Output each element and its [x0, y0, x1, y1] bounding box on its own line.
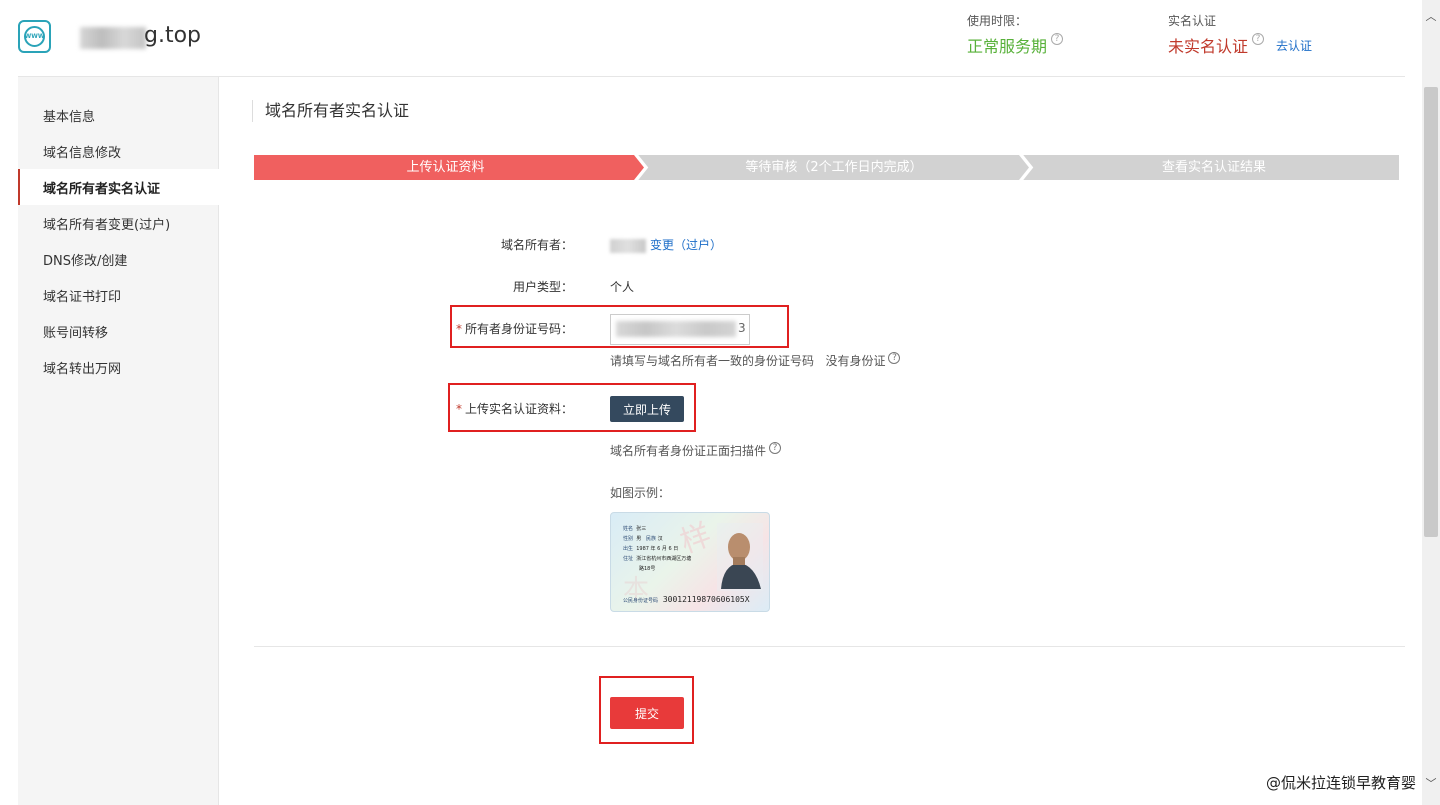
sidebar-item-certificate-print[interactable]: 域名证书打印: [18, 277, 219, 313]
sidebar-item-account-transfer[interactable]: 账号间转移: [18, 313, 219, 349]
highlight-frame-submit: [599, 676, 694, 744]
service-period-label: 使用时限：: [967, 14, 1028, 28]
id-hint: 请填写与域名所有者一致的身份证号码 没有身份证?: [610, 352, 901, 369]
no-id-help-icon[interactable]: ?: [888, 352, 901, 364]
sidebar-item-owner-realname[interactable]: 域名所有者实名认证: [18, 169, 219, 205]
realname-help-icon[interactable]: ?: [1252, 33, 1265, 45]
id-card-number: 公民身份证号码 30012119870606105X: [623, 595, 750, 604]
sidebar-item-dns[interactable]: DNS修改/创建: [18, 241, 219, 277]
page-title: 域名所有者实名认证: [252, 100, 409, 122]
example-label: 如图示例：: [610, 486, 671, 500]
upload-help-icon[interactable]: ?: [769, 442, 782, 454]
owner-label: 域名所有者：: [500, 238, 573, 252]
www-globe-icon: WWW: [18, 20, 51, 53]
owner-name-redacted: [610, 238, 646, 253]
step-2-label: 等待审核（2个工作日内完成）: [745, 160, 923, 175]
go-verify-link[interactable]: 去认证: [1276, 37, 1312, 54]
no-id-link[interactable]: 没有身份证: [825, 354, 885, 368]
progress-steps: 上传认证资料 等待审核（2个工作日内完成） 查看实名认证结果: [254, 155, 1399, 180]
scrollbar-thumb[interactable]: [1424, 87, 1438, 537]
owner-change-link[interactable]: 变更（过户）: [650, 238, 722, 252]
id-card-example-image: 样 本 姓名 张三 性别 男 民族 汉 出生 1987 年 6 月 6 日 住址…: [610, 512, 770, 612]
watermark-text: @侃米拉连锁早教育婴: [1266, 774, 1417, 792]
realname-label: 实名认证: [1168, 14, 1217, 28]
id-card-fields: 姓名 张三 性别 男 民族 汉 出生 1987 年 6 月 6 日 住址 浙江省…: [623, 526, 692, 572]
highlight-frame-upload: [448, 383, 696, 432]
domain-name: g.top: [144, 23, 202, 48]
step-3-label: 查看实名认证结果: [1161, 160, 1266, 175]
service-period-value: 正常服务期?: [967, 33, 1064, 57]
sidebar-item-basic-info[interactable]: 基本信息: [18, 97, 219, 133]
scroll-down-arrow-icon[interactable]: ﹀: [1422, 775, 1440, 793]
upload-hint: 域名所有者身份证正面扫描件?: [610, 442, 782, 459]
scroll-up-arrow-icon[interactable]: ︿: [1422, 8, 1440, 26]
user-type-value: 个人: [610, 280, 635, 294]
sidebar-item-owner-transfer[interactable]: 域名所有者变更(过户): [18, 205, 219, 241]
step-1-label: 上传认证资料: [406, 160, 485, 175]
sidebar: 基本信息 域名信息修改 域名所有者实名认证 域名所有者变更(过户) DNS修改/…: [18, 77, 219, 805]
highlight-frame-id: [450, 305, 789, 348]
user-type-label: 用户类型：: [512, 280, 573, 294]
form-divider: [254, 646, 1405, 647]
sidebar-item-transfer-out[interactable]: 域名转出万网: [18, 349, 219, 385]
realname-status: 未实名认证?: [1168, 33, 1265, 57]
domain-name-redacted: [80, 27, 146, 49]
top-header: WWW g.top 使用时限： 正常服务期? 实名认证 未实名认证? 去认证: [0, 0, 1422, 77]
owner-value: 变更（过户）: [610, 236, 722, 253]
header-divider: [18, 76, 1405, 77]
sidebar-item-domain-info-edit[interactable]: 域名信息修改: [18, 133, 219, 169]
service-help-icon[interactable]: ?: [1051, 33, 1064, 45]
